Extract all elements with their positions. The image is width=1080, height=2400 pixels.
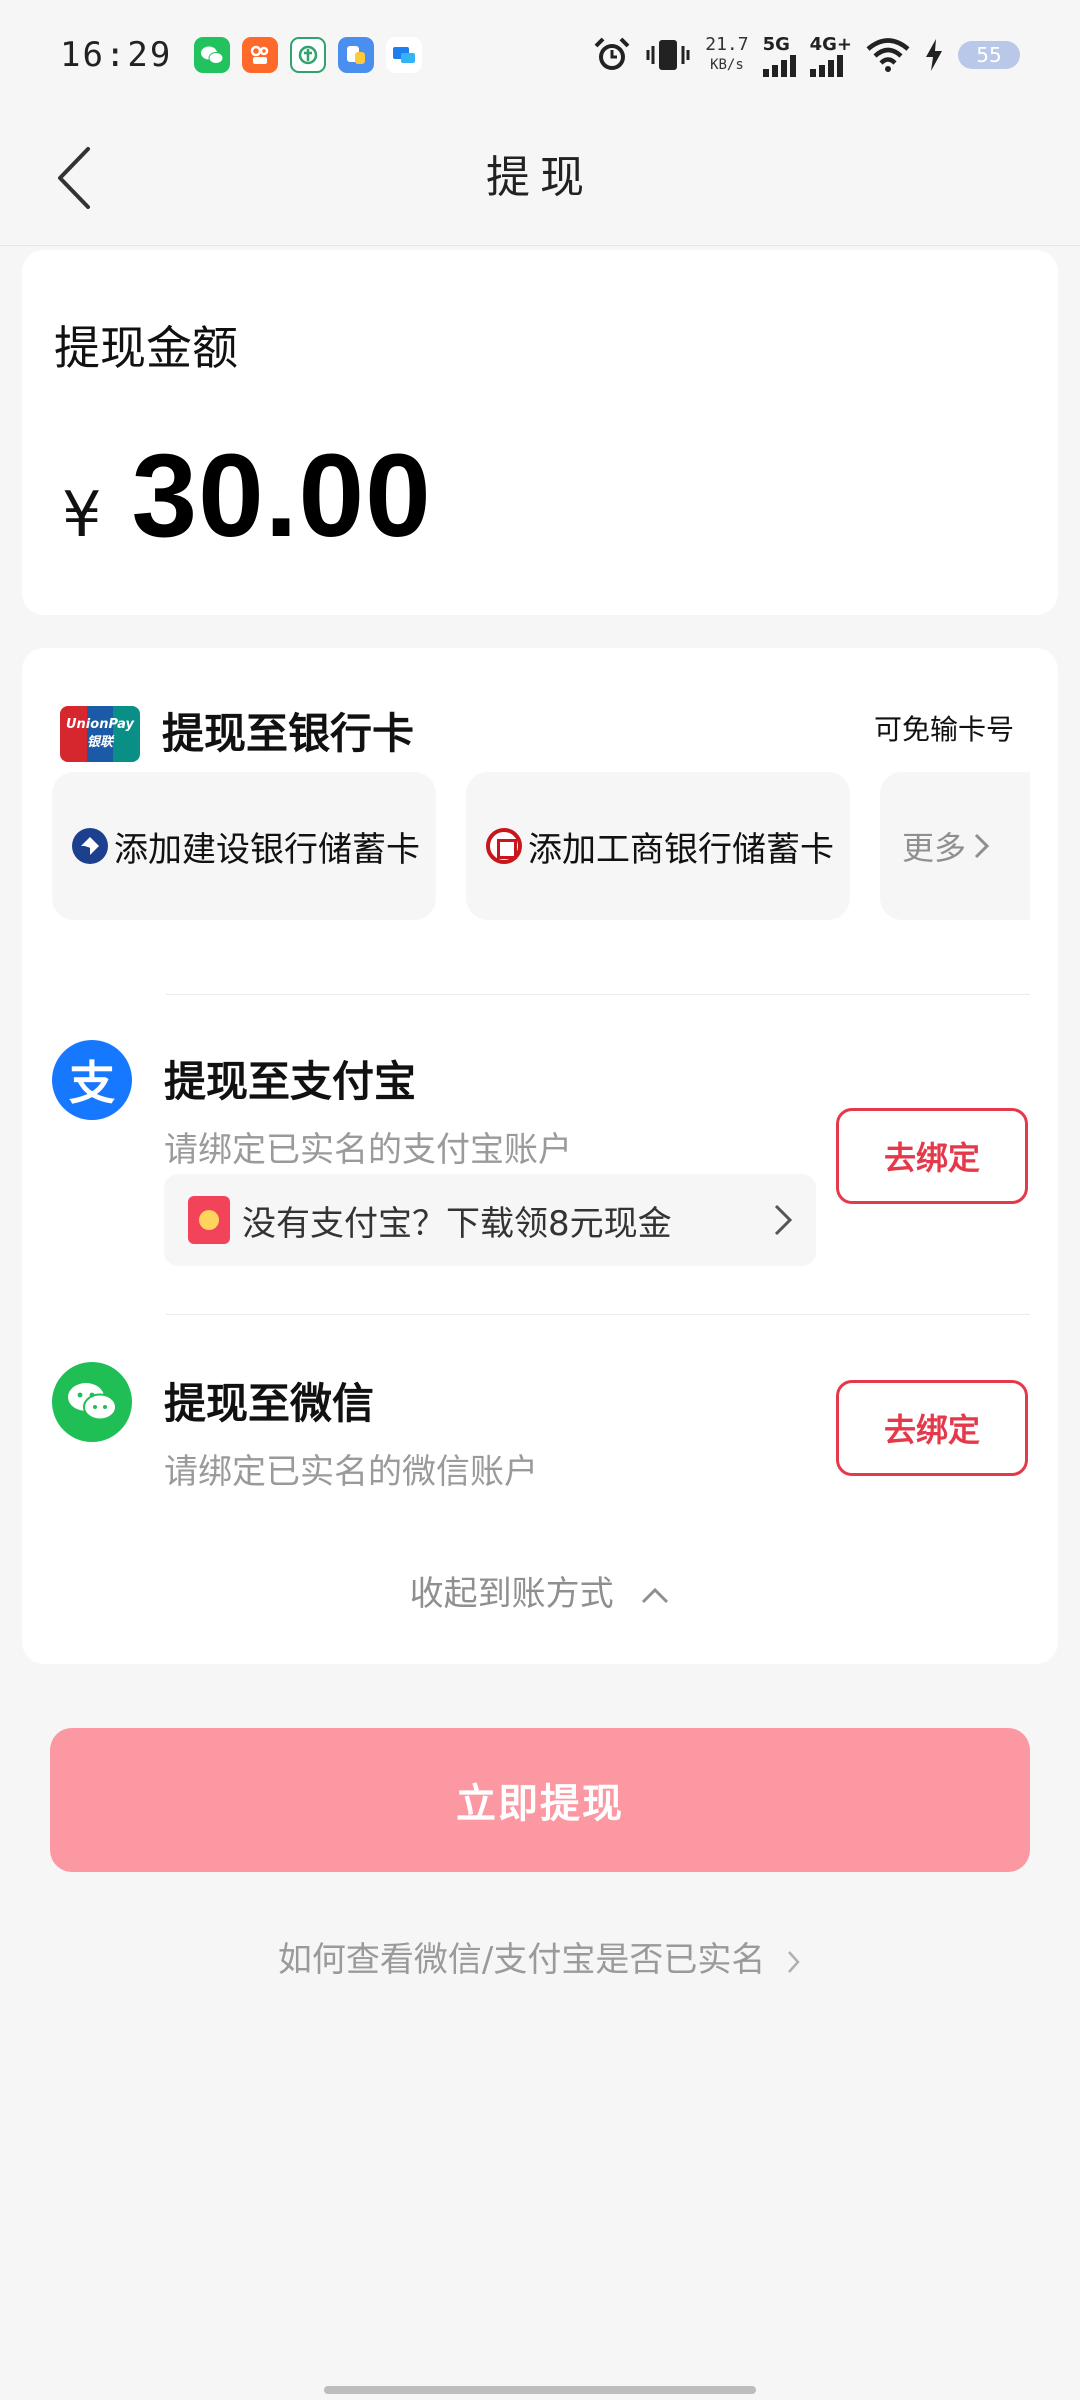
- currency-symbol: ¥: [62, 478, 102, 551]
- more-banks-label: 更多: [902, 829, 967, 867]
- no-card-number-tip: 可免输卡号: [873, 713, 1014, 746]
- signal-5g: 5G: [762, 33, 796, 77]
- status-bar: 16:29 21.7 KB/s 5G 4G+ 55: [0, 0, 1080, 110]
- kuaishou-notification-icon: [242, 37, 279, 73]
- add-icbc-card-button[interactable]: 添加工商银行储蓄卡: [466, 772, 850, 920]
- signal-bars-icon: [809, 54, 843, 77]
- alipay-subtitle: 请绑定已实名的支付宝账户: [164, 1130, 572, 1170]
- add-icbc-card-label: 添加工商银行储蓄卡: [528, 829, 834, 870]
- amount-value: 30.00: [131, 430, 432, 562]
- chevron-right-icon: [774, 1204, 793, 1236]
- collapse-methods-button[interactable]: 收起到账方式: [22, 1566, 1058, 1615]
- chevron-right-icon: [788, 1950, 800, 1973]
- divider: [166, 994, 1030, 995]
- ccb-logo-icon: [72, 828, 108, 864]
- wechat-subtitle: 请绑定已实名的微信账户: [164, 1452, 538, 1492]
- add-ccb-card-button[interactable]: 添加建设银行储蓄卡: [52, 772, 436, 920]
- withdraw-now-button[interactable]: 立即提现: [50, 1728, 1030, 1872]
- alipay-icon: 支: [52, 1040, 132, 1120]
- collapse-label: 收起到账方式: [409, 1574, 614, 1614]
- withdraw-methods-card: UnionPay 银联 提现至银行卡 可免输卡号 添加建设银行储蓄卡 添加工商银行…: [22, 648, 1058, 1664]
- alipay-section-title: 提现至支付宝: [164, 1057, 417, 1106]
- vibrate-icon: [646, 40, 690, 70]
- amount-row: ¥ 30.00: [62, 428, 432, 564]
- alipay-promo-text: 没有支付宝？下载领8元现金: [242, 1203, 672, 1244]
- realname-help-link[interactable]: 如何查看微信/支付宝是否已实名: [0, 1932, 1080, 1981]
- bind-alipay-button[interactable]: 去绑定: [836, 1108, 1028, 1204]
- icbc-logo-icon: [486, 828, 522, 864]
- nav-bar: 提现: [0, 110, 1080, 246]
- alarm-icon: [594, 37, 630, 70]
- amount-card: 提现金额 ¥ 30.00: [22, 250, 1058, 615]
- more-banks-button[interactable]: 更多: [880, 772, 1030, 920]
- bank-section-title: 提现至银行卡: [162, 709, 415, 758]
- signal-4g: 4G+: [809, 33, 852, 77]
- net-speed-unit: KB/s: [710, 57, 744, 73]
- page-title: 提现: [486, 152, 594, 203]
- message-notification-icon: [386, 37, 423, 73]
- network-5g-label: 5G: [762, 33, 790, 55]
- status-indicators: 21.7 KB/s 5G 4G+ 55: [593, 34, 1020, 77]
- net-speed-value: 21.7: [705, 34, 749, 55]
- battery-icon: 55: [958, 41, 1020, 69]
- files-notification-icon: [338, 37, 375, 73]
- net-speed: 21.7 KB/s: [705, 35, 748, 75]
- battery-level: 55: [976, 43, 1002, 67]
- network-4g-label: 4G+: [809, 33, 852, 55]
- add-ccb-card-label: 添加建设银行储蓄卡: [114, 829, 420, 870]
- realname-help-label: 如何查看微信/支付宝是否已实名: [277, 1940, 766, 1980]
- home-indicator[interactable]: [324, 2386, 756, 2394]
- signal-bars-icon: [762, 54, 796, 77]
- wifi-icon: [866, 38, 910, 72]
- chevron-up-icon: [642, 1587, 669, 1603]
- unionpay-icon: UnionPay 银联: [60, 706, 140, 762]
- wechat-section-title: 提现至微信: [164, 1379, 375, 1428]
- alipay-icon-glyph: 支: [69, 1056, 115, 1110]
- wechat-icon: [52, 1362, 132, 1442]
- wechat-notification-icon: [194, 37, 231, 73]
- bind-wechat-button[interactable]: 去绑定: [836, 1380, 1028, 1476]
- bank-notification-icon: [290, 37, 327, 73]
- amount-label: 提现金额: [54, 321, 238, 375]
- chevron-right-icon: [974, 833, 990, 859]
- notification-icons: [194, 37, 423, 73]
- status-time: 16:29: [60, 35, 173, 75]
- divider: [166, 1314, 1030, 1315]
- charging-icon: [926, 39, 942, 71]
- red-packet-icon: [188, 1196, 230, 1244]
- alipay-download-promo[interactable]: 没有支付宝？下载领8元现金: [164, 1174, 816, 1266]
